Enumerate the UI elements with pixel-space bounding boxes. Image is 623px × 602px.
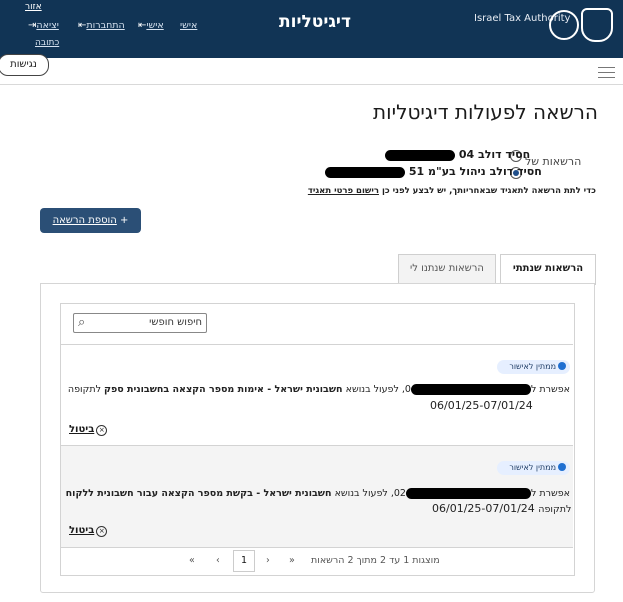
nav-sub-link[interactable]: כתובה [35, 38, 59, 48]
add-permission-button[interactable]: הוספת הרשאה + [40, 208, 141, 233]
option-company-label: 51 חסיד דולב ניהול בע"מ [325, 165, 542, 178]
status-badge: ממתין לאישור [497, 360, 570, 374]
authority-logo-icon [549, 10, 579, 40]
nav-area-link[interactable]: אזור [25, 2, 42, 12]
pending-icon [558, 462, 566, 471]
pending-icon [558, 361, 566, 370]
divider [0, 84, 623, 85]
tab-given-permissions[interactable]: הרשאות שנתתי [500, 254, 596, 285]
personal-link[interactable]: אישי [180, 20, 197, 31]
next-page-button[interactable]: › [266, 555, 270, 566]
row-period: 06/01/25-07/01/24 [430, 399, 533, 412]
site-title: דיגיטליות [279, 12, 351, 32]
redacted-name [405, 488, 531, 499]
logout-link[interactable]: ⇥יציאה [25, 20, 59, 31]
tab-received-permissions[interactable]: הרשאות שנתנו לי [398, 254, 496, 283]
state-emblem-icon [581, 8, 613, 42]
page-title: הרשאה לפעולות דיגיטליות [373, 100, 598, 124]
table-row: ממתין לאישור אפשרת ל0, לפעול בנושא חשבונ… [61, 344, 573, 445]
search-icon: ⌕ [78, 315, 86, 330]
user-link[interactable]: ⇤אישי [135, 20, 164, 31]
status-badge: ממתין לאישור [497, 461, 570, 475]
redacted-id [385, 149, 455, 161]
search-input[interactable]: ⌕ חיפוש חופשי [73, 313, 207, 333]
corporate-note: כדי לתת הרשאה לתאגיד שבאחריותך, יש לבצע … [307, 186, 596, 196]
row-description: אפשרת ל0, לפעול בנושא חשבונית ישראל - אי… [67, 384, 570, 395]
table-row: ממתין לאישור אפשרת ל02, לפעול בנושא חשבו… [61, 445, 573, 548]
register-company-link[interactable]: רישום פרטי תאגיד [308, 186, 379, 196]
option-personal-label: 04 חסיד דולב [385, 148, 530, 161]
redacted-id [325, 166, 405, 178]
prev-page-button[interactable]: ‹ [216, 555, 220, 566]
accessibility-button[interactable]: נגישות [0, 54, 49, 76]
close-icon: × [96, 526, 108, 537]
current-page[interactable]: 1 [233, 550, 255, 572]
cancel-button[interactable]: ביטול × [69, 525, 108, 537]
page: אזור ⇥יציאה ⇤התחברות ⇤אישי אישי כתובה די… [0, 0, 623, 602]
pagination: « ‹ 1 › » מוצגות 1 עד 2 מתוך 2 הרשאות [61, 547, 573, 574]
login-link[interactable]: ⇤התחברות [75, 20, 125, 31]
first-page-button[interactable]: « [189, 555, 195, 566]
row-period: 06/01/25-07/01/24 לתקופה [432, 502, 572, 515]
cancel-button[interactable]: ביטול × [69, 424, 108, 436]
redacted-name [410, 384, 531, 395]
hamburger-menu-icon[interactable] [598, 67, 615, 82]
last-page-button[interactable]: » [289, 555, 295, 566]
close-icon: × [96, 425, 108, 436]
pagination-summary: מוצגות 1 עד 2 מתוך 2 הרשאות [311, 555, 440, 566]
row-description: אפשרת ל02, לפעול בנושא חשבונית ישראל - ב… [65, 488, 570, 499]
top-header: אזור ⇥יציאה ⇤התחברות ⇤אישי אישי כתובה די… [0, 0, 623, 58]
